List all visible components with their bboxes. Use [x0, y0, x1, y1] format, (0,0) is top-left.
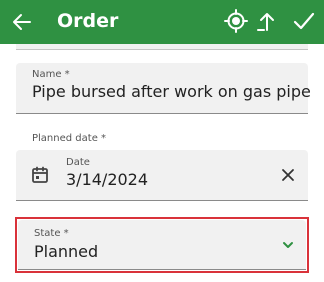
previous-field-edge	[16, 44, 308, 50]
state-dropdown[interactable]: State * Planned	[18, 220, 306, 270]
calendar-icon[interactable]	[30, 165, 50, 185]
date-value[interactable]: 3/14/2024	[66, 170, 148, 190]
chevron-down-icon[interactable]	[280, 237, 296, 253]
planned-date-label: Planned date *	[32, 133, 107, 144]
state-field-highlight: State * Planned	[15, 217, 309, 273]
date-label: Date	[66, 157, 90, 168]
name-label: Name *	[32, 69, 70, 80]
gps-target-icon[interactable]	[223, 8, 249, 34]
name-field[interactable]: Name * Pipe bursed after work on gas pip…	[16, 63, 311, 114]
arrow-left-icon[interactable]	[10, 10, 34, 34]
planned-date-field[interactable]: Date 3/14/2024	[16, 150, 308, 201]
app-bar: Order	[0, 0, 324, 44]
state-value[interactable]: Planned	[34, 242, 98, 262]
name-value[interactable]: Pipe bursed after work on gas pipe	[32, 82, 311, 102]
close-icon[interactable]	[278, 165, 298, 185]
state-label: State *	[34, 228, 69, 239]
upload-icon[interactable]	[254, 8, 280, 34]
page-title: Order	[57, 10, 119, 32]
checkmark-icon[interactable]	[291, 8, 317, 34]
